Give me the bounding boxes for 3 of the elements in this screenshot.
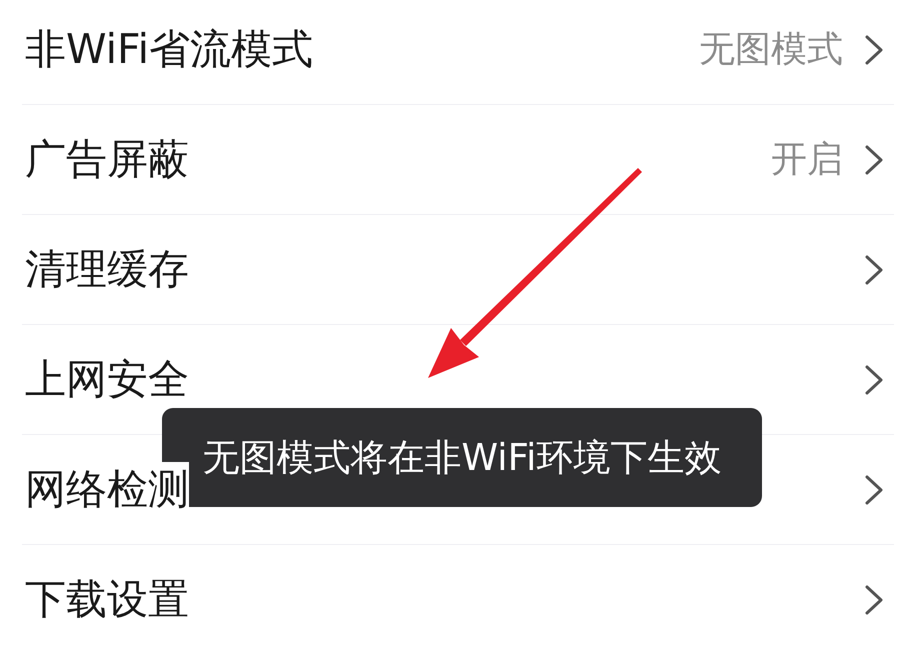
- settings-value: 开启: [771, 138, 843, 182]
- settings-value: 无图模式: [699, 28, 843, 72]
- toast-text: 无图模式将在非WiFi环境下生效: [202, 434, 722, 480]
